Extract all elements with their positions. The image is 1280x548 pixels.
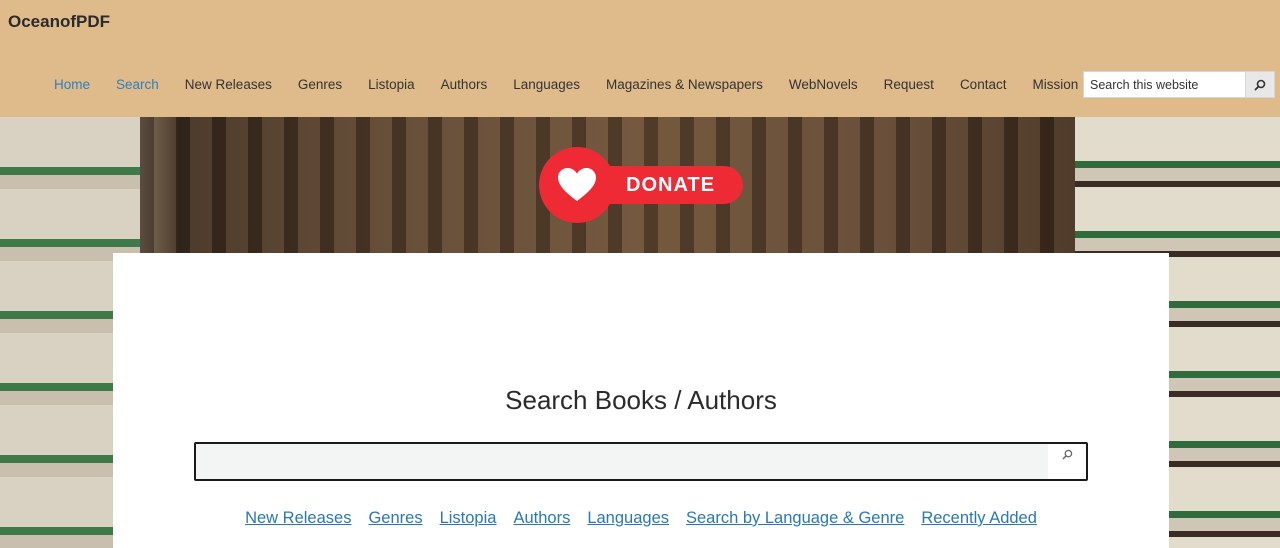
nav-item-contact[interactable]: Contact <box>947 77 1020 92</box>
book-search-input[interactable] <box>196 444 1048 479</box>
nav-item-authors[interactable]: Authors <box>428 77 501 92</box>
site-header: OceanofPDF Home Search New Releases Genr… <box>0 0 1280 117</box>
nav-item-search[interactable]: Search <box>103 77 172 92</box>
nav-item-magazines-newspapers[interactable]: Magazines & Newspapers <box>593 77 776 92</box>
header-search-input[interactable] <box>1084 72 1245 97</box>
donate-circle <box>539 147 615 223</box>
nav-item-languages[interactable]: Languages <box>500 77 593 92</box>
link-genres[interactable]: Genres <box>368 509 422 528</box>
main-nav: Home Search New Releases Genres Listopia… <box>41 73 1091 95</box>
site-title-link[interactable]: OceanofPDF <box>8 12 110 32</box>
donate-button[interactable]: DONATE <box>539 147 744 223</box>
nav-item-webnovels[interactable]: WebNovels <box>776 77 871 92</box>
nav-item-listopia[interactable]: Listopia <box>355 77 428 92</box>
link-listopia[interactable]: Listopia <box>440 509 497 528</box>
heart-icon <box>558 168 596 201</box>
link-authors[interactable]: Authors <box>513 509 570 528</box>
search-icon <box>1254 79 1266 90</box>
search-icon <box>1062 449 1072 460</box>
nav-item-new-releases[interactable]: New Releases <box>172 77 285 92</box>
main-content-panel: Search Books / Authors New Releases Genr… <box>113 253 1169 548</box>
link-search-by-language-genre[interactable]: Search by Language & Genre <box>686 509 904 528</box>
nav-item-mission[interactable]: Mission <box>1019 77 1091 92</box>
donate-label: DONATE <box>626 173 715 196</box>
link-languages[interactable]: Languages <box>587 509 669 528</box>
book-search-button[interactable] <box>1048 444 1086 479</box>
nav-item-home[interactable]: Home <box>41 77 103 92</box>
nav-item-request[interactable]: Request <box>871 77 947 92</box>
header-search-button[interactable] <box>1245 72 1274 97</box>
header-search-form <box>1083 71 1275 98</box>
quick-links: New Releases Genres Listopia Authors Lan… <box>113 509 1169 528</box>
nav-item-genres[interactable]: Genres <box>285 77 355 92</box>
link-recently-added[interactable]: Recently Added <box>921 509 1037 528</box>
link-new-releases[interactable]: New Releases <box>245 509 351 528</box>
page-title: Search Books / Authors <box>505 385 777 415</box>
book-search-form <box>194 442 1088 481</box>
